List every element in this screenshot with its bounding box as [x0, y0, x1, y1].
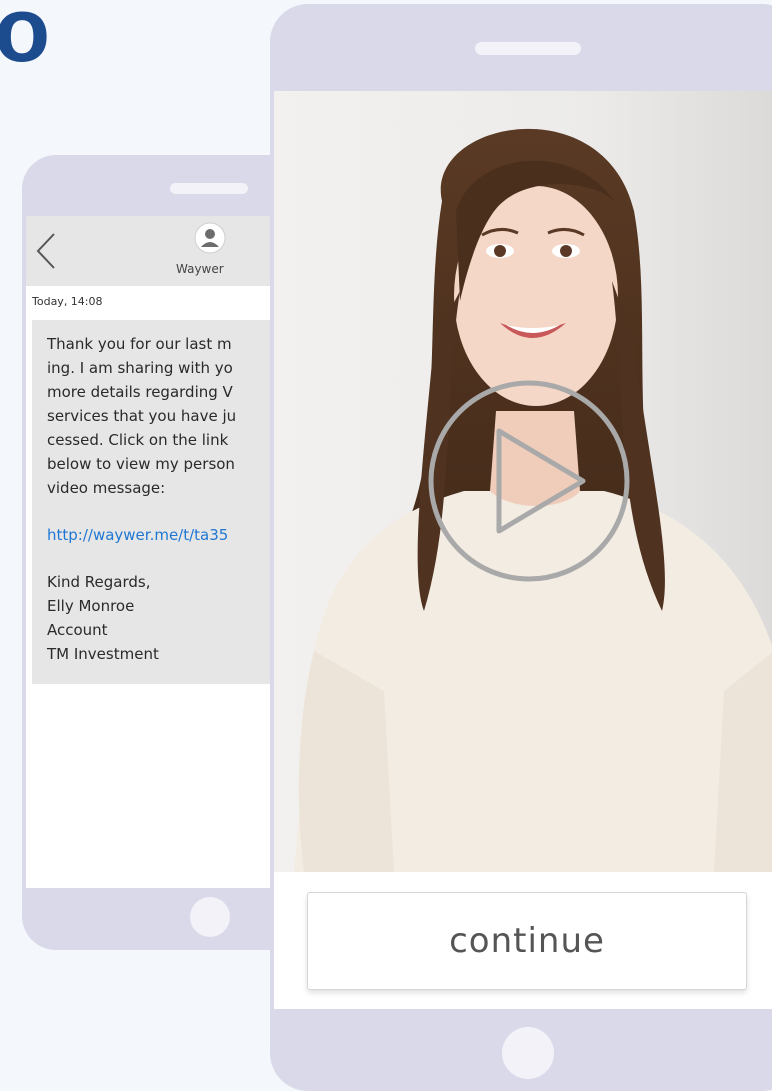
- continue-button[interactable]: continue: [307, 892, 747, 990]
- video-screen: continue: [274, 91, 772, 1009]
- phone-speaker: [475, 42, 581, 55]
- home-button[interactable]: [502, 1027, 554, 1079]
- messages-phone: Waywer Today, 14:08 Thank you for our la…: [22, 155, 312, 950]
- headline-fragment: o: [0, 0, 51, 81]
- play-icon[interactable]: [427, 379, 631, 583]
- phone-speaker: [170, 183, 248, 194]
- chevron-left-icon[interactable]: [32, 228, 62, 274]
- user-avatar-icon[interactable]: [194, 222, 226, 254]
- home-button[interactable]: [190, 897, 230, 937]
- video-phone: continue: [270, 4, 772, 1091]
- message-timestamp: Today, 14:08: [32, 295, 103, 308]
- contact-name: Waywer: [176, 262, 224, 276]
- video-frame[interactable]: [274, 91, 772, 872]
